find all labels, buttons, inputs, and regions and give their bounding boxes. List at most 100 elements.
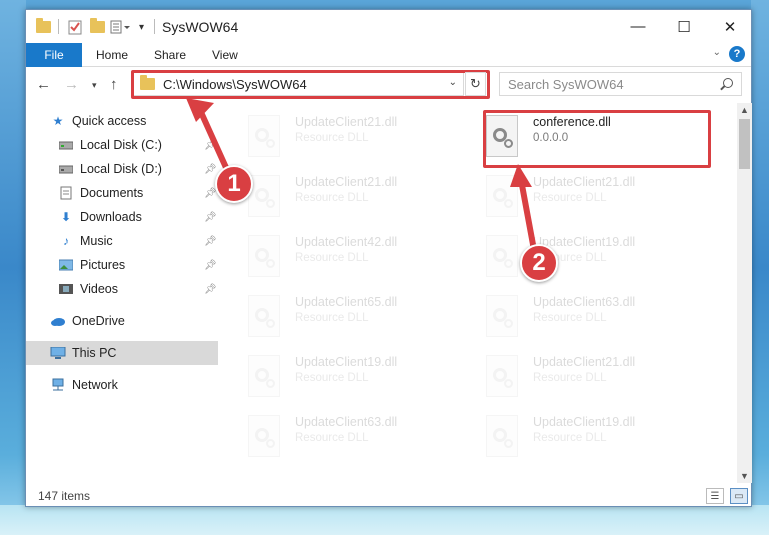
sidebar-item-local-disk-c[interactable]: Local Disk (C:) 📌︎ [26, 133, 218, 157]
computer-icon [50, 346, 66, 360]
dll-file-icon [486, 235, 518, 277]
step-2-marker: 2 [520, 244, 558, 282]
file-name: UpdateClient63.dll [295, 415, 398, 429]
tab-share[interactable]: Share [154, 48, 186, 62]
scroll-up-icon[interactable]: ▲ [740, 105, 749, 115]
sidebar-item-videos[interactable]: Videos 📌︎ [26, 277, 218, 301]
file-highlight-box [483, 110, 711, 168]
file-type: Resource DLL [533, 372, 607, 384]
sidebar-item-pictures[interactable]: Pictures 📌︎ [26, 253, 218, 277]
search-input[interactable]: Search SysWOW64 [499, 72, 742, 96]
pin-icon: 📌︎ [204, 139, 217, 151]
file-item[interactable]: UpdateClient21.dll Resource DLL [248, 113, 478, 169]
tab-home[interactable]: Home [96, 48, 128, 62]
pin-icon: 📌︎ [204, 283, 217, 295]
download-icon: ⬇ [60, 210, 72, 224]
file-item[interactable]: UpdateClient63.dll Resource DLL [248, 413, 478, 469]
sidebar-item-music[interactable]: ♪ Music 📌︎ [26, 229, 218, 253]
file-item[interactable]: UpdateClient65.dll Resource DLL [248, 293, 478, 349]
file-type: Resource DLL [295, 192, 369, 204]
file-type: Resource DLL [533, 312, 607, 324]
file-item[interactable]: UpdateClient63.dll Resource DLL [486, 293, 716, 349]
dll-file-icon [248, 235, 280, 277]
status-bar: 147 items ☰ ▭ [26, 484, 751, 508]
pin-icon: 📌︎ [204, 211, 217, 223]
scrollbar-thumb[interactable] [739, 119, 750, 169]
file-name: UpdateClient19.dll [533, 415, 636, 429]
videos-icon [58, 282, 74, 296]
file-type: Resource DLL [533, 432, 607, 444]
file-name: UpdateClient21.dll [533, 175, 636, 189]
new-folder-icon[interactable] [90, 18, 105, 36]
sidebar-item-label: Videos [80, 282, 118, 296]
pictures-icon [58, 258, 74, 272]
file-item[interactable]: UpdateClient21.dll Resource DLL [486, 173, 716, 229]
file-type: Resource DLL [295, 372, 369, 384]
sidebar-item-network[interactable]: Network [26, 373, 218, 397]
file-item[interactable]: UpdateClient21.dll Resource DLL [248, 173, 478, 229]
dll-file-icon [248, 415, 280, 457]
up-arrow-icon[interactable]: ↑ [110, 76, 118, 93]
help-icon[interactable]: ? [729, 46, 745, 62]
vertical-scrollbar[interactable]: ▲ ▼ [737, 103, 752, 483]
sidebar-item-label: Network [72, 378, 118, 392]
file-name: UpdateClient21.dll [295, 115, 398, 129]
pin-icon: 📌︎ [204, 259, 217, 271]
minimize-button[interactable]: — [615, 10, 661, 43]
window-folder-icon [36, 18, 51, 36]
step-1-marker: 1 [215, 165, 253, 203]
sidebar-item-label: Pictures [80, 258, 126, 272]
sidebar-item-local-disk-d[interactable]: Local Disk (D:) 📌︎ [26, 157, 218, 181]
sidebar-item-quick-access[interactable]: ★ Quick access [26, 109, 218, 133]
music-icon: ♪ [63, 234, 69, 248]
sidebar-item-label: Documents [80, 186, 144, 200]
cloud-icon [50, 314, 66, 328]
chevron-down-icon[interactable]: ▾ [139, 18, 144, 36]
navigation-bar: ← → ▾ ↑ C:\Windows\SysWOW64 ⌄ ↻ Search S… [26, 68, 751, 102]
large-icons-view-icon[interactable]: ▭ [730, 488, 748, 504]
dll-file-icon [486, 355, 518, 397]
file-name: UpdateClient21.dll [295, 175, 398, 189]
search-icon [723, 78, 733, 88]
file-name: UpdateClient42.dll [295, 235, 398, 249]
desktop-background-left [0, 0, 26, 535]
recent-locations-chevron-icon[interactable]: ▾ [92, 80, 97, 91]
documents-icon [58, 186, 74, 200]
tab-file[interactable]: File [26, 43, 82, 67]
file-item[interactable]: UpdateClient19.dll Resource DLL [248, 353, 478, 409]
tab-view[interactable]: View [212, 48, 238, 62]
scroll-down-icon[interactable]: ▼ [740, 471, 749, 481]
customize-toolbar-icon[interactable] [110, 18, 132, 36]
back-arrow-icon[interactable]: ← [36, 76, 51, 93]
expand-ribbon-chevron-icon[interactable]: ⌄ [713, 47, 721, 58]
sidebar-item-this-pc[interactable]: This PC [26, 341, 218, 365]
sidebar-item-onedrive[interactable]: OneDrive [26, 309, 218, 333]
drive-icon [58, 138, 74, 152]
sidebar-item-label: Quick access [72, 114, 147, 128]
address-highlight-box [131, 70, 490, 99]
pin-icon: 📌︎ [204, 163, 217, 175]
sidebar-item-downloads[interactable]: ⬇ Downloads 📌︎ [26, 205, 218, 229]
file-item[interactable]: UpdateClient19.dll Resource DLL [486, 413, 716, 469]
sidebar-item-label: OneDrive [72, 314, 125, 328]
file-item[interactable]: UpdateClient42.dll Resource DLL [248, 233, 478, 289]
sidebar-item-label: Local Disk (C:) [80, 138, 162, 152]
file-name: UpdateClient63.dll [533, 295, 636, 309]
refresh-icon[interactable]: ↻ [465, 72, 486, 96]
sidebar-item-label: This PC [72, 346, 117, 360]
sidebar-item-documents[interactable]: Documents 📌︎ [26, 181, 218, 205]
file-type: Resource DLL [295, 432, 369, 444]
details-view-icon[interactable]: ☰ [706, 488, 724, 504]
forward-arrow-icon[interactable]: → [64, 76, 79, 93]
close-button[interactable]: ✕ [707, 10, 753, 43]
file-item[interactable]: UpdateClient21.dll Resource DLL [486, 353, 716, 409]
search-placeholder: Search SysWOW64 [508, 76, 624, 92]
file-type: Resource DLL [295, 312, 369, 324]
pin-icon: 📌︎ [204, 235, 217, 247]
star-icon: ★ [52, 114, 64, 128]
properties-icon[interactable] [68, 18, 82, 36]
ribbon-tabs: File Home Share View ⌄ ? [26, 43, 751, 67]
maximize-button[interactable]: ☐ [661, 10, 707, 43]
file-list: UpdateClient21.dll Resource DLL UpdateCl… [221, 103, 737, 483]
desktop-background-right [751, 0, 769, 535]
